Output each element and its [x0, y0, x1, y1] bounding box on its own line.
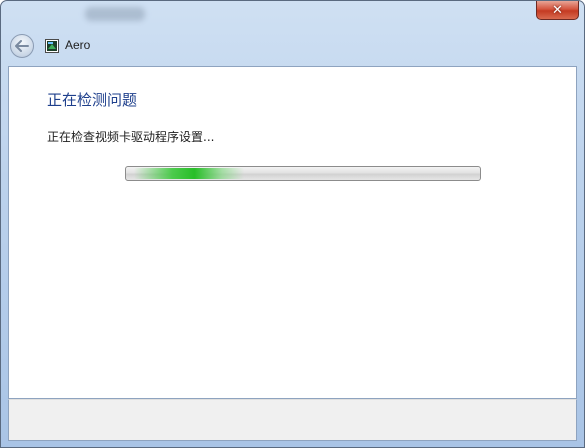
aero-display-icon: [45, 39, 59, 53]
close-button[interactable]: ✕: [536, 1, 579, 20]
window-title: [85, 7, 145, 21]
navigation-bar: Aero: [1, 27, 584, 65]
footer-bar: [8, 399, 577, 441]
status-text: 正在检查视频卡驱动程序设置...: [47, 130, 215, 144]
progress-indicator: [134, 168, 244, 179]
progress-bar: [125, 166, 481, 181]
back-arrow-icon: [15, 40, 29, 52]
nav-title: Aero: [65, 38, 91, 52]
troubleshooter-window: ✕ Aero 正在检测问题 正在检查视频卡驱动程序设置...: [0, 0, 585, 448]
title-bar[interactable]: ✕: [1, 1, 584, 27]
close-icon: ✕: [552, 2, 563, 18]
page-heading: 正在检测问题: [47, 91, 138, 109]
back-button[interactable]: [10, 34, 34, 58]
main-content: 正在检测问题 正在检查视频卡驱动程序设置...: [8, 66, 577, 399]
